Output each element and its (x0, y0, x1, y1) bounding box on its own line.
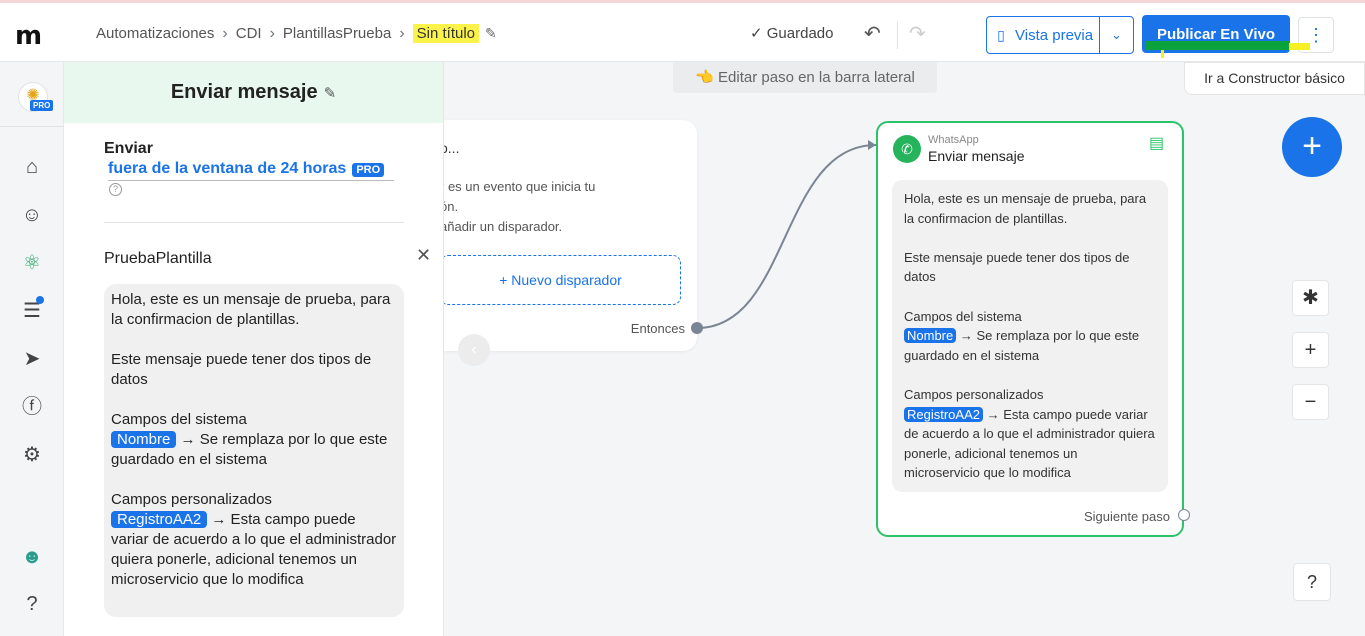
whatsapp-step-card[interactable]: ✆ WhatsApp Enviar mensaje ▤ Hola, este e… (876, 121, 1184, 537)
new-trigger-button[interactable]: + Nuevo disparador (440, 255, 681, 305)
variable-chip: RegistroAA2 (904, 406, 983, 422)
send-label: Enviar (104, 140, 153, 157)
auto-arrange-wand-icon[interactable]: ✱ (1292, 280, 1329, 316)
step-channel: WhatsApp (928, 134, 979, 146)
output-port[interactable] (691, 322, 703, 334)
close-icon[interactable]: ✕ (416, 245, 431, 266)
collapse-panel-button[interactable]: ‹ (458, 334, 490, 366)
pro-badge: PRO (352, 163, 385, 177)
variable-chip: Nombre (904, 328, 957, 344)
trigger-description: r es un evento que inicia tu ón. añadir … (440, 179, 596, 234)
notes-icon[interactable]: ▤ (1149, 133, 1164, 153)
zoom-in-button[interactable]: + (1292, 332, 1329, 368)
step-editor-panel: Enviar mensaje ✎ Enviar fuera de la venta… (64, 62, 444, 636)
panel-title: Enviar mensaje (170, 81, 318, 103)
whatsapp-icon: ✆ (893, 135, 921, 163)
edit-pencil-icon[interactable]: ✎ (324, 85, 337, 102)
panel-header: Enviar mensaje ✎ (64, 62, 443, 123)
add-step-button[interactable]: + (1282, 117, 1342, 177)
help-question-icon[interactable]: ? (109, 183, 122, 196)
variable-chip: RegistroAA2 (111, 511, 208, 528)
zoom-out-button[interactable]: − (1292, 384, 1329, 420)
template-name: PruebaPlantilla (104, 250, 212, 267)
variable-chip: Nombre (111, 431, 177, 448)
output-port[interactable] (1178, 509, 1190, 521)
message-preview: Hola, este es un mensaje de prueba, para… (104, 284, 404, 617)
step-title: Enviar mensaje (928, 148, 1025, 164)
send-window-select[interactable]: fuera de la ventana de 24 horas PRO (108, 160, 394, 181)
divider (104, 222, 404, 223)
next-step-label: Siguiente paso (1083, 509, 1170, 524)
message-preview: Hola, este es un mensaje de prueba, para… (892, 180, 1168, 492)
help-icon[interactable]: ? (1293, 563, 1331, 601)
then-label: Entonces (630, 321, 685, 336)
